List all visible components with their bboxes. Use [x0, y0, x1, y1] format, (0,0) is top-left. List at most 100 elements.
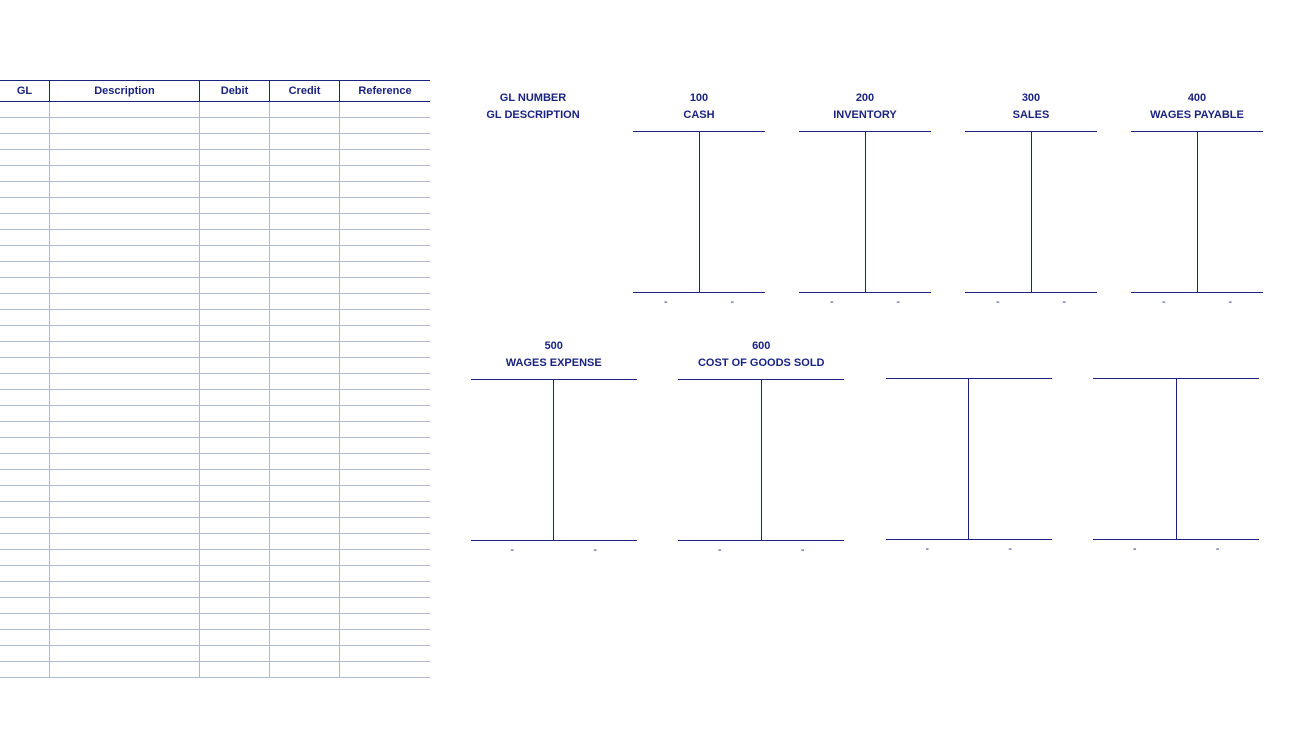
journal-cell[interactable]: [200, 310, 270, 325]
journal-cell[interactable]: [270, 582, 340, 597]
journal-cell[interactable]: [0, 614, 50, 629]
journal-cell[interactable]: [200, 326, 270, 341]
journal-cell[interactable]: [200, 358, 270, 373]
journal-cell[interactable]: [50, 438, 200, 453]
journal-cell[interactable]: [270, 134, 340, 149]
journal-cell[interactable]: [340, 214, 430, 229]
journal-cell[interactable]: [0, 182, 50, 197]
journal-cell[interactable]: [50, 326, 200, 341]
journal-cell[interactable]: [50, 374, 200, 389]
journal-cell[interactable]: [200, 406, 270, 421]
journal-cell[interactable]: [340, 566, 430, 581]
journal-cell[interactable]: [270, 118, 340, 133]
journal-cell[interactable]: [0, 502, 50, 517]
journal-cell[interactable]: [200, 422, 270, 437]
journal-cell[interactable]: [270, 630, 340, 645]
journal-cell[interactable]: [200, 118, 270, 133]
journal-cell[interactable]: [200, 614, 270, 629]
journal-cell[interactable]: [270, 214, 340, 229]
journal-cell[interactable]: [270, 406, 340, 421]
journal-cell[interactable]: [270, 614, 340, 629]
journal-cell[interactable]: [270, 262, 340, 277]
journal-cell[interactable]: [50, 550, 200, 565]
journal-cell[interactable]: [50, 294, 200, 309]
journal-cell[interactable]: [50, 214, 200, 229]
journal-cell[interactable]: [50, 310, 200, 325]
journal-cell[interactable]: [200, 662, 270, 677]
journal-cell[interactable]: [270, 502, 340, 517]
journal-cell[interactable]: [270, 566, 340, 581]
journal-cell[interactable]: [50, 454, 200, 469]
journal-cell[interactable]: [0, 550, 50, 565]
journal-cell[interactable]: [50, 646, 200, 661]
journal-cell[interactable]: [0, 406, 50, 421]
journal-cell[interactable]: [50, 342, 200, 357]
journal-cell[interactable]: [200, 102, 270, 117]
journal-cell[interactable]: [0, 150, 50, 165]
journal-cell[interactable]: [270, 534, 340, 549]
journal-cell[interactable]: [340, 374, 430, 389]
journal-cell[interactable]: [340, 406, 430, 421]
journal-cell[interactable]: [50, 182, 200, 197]
journal-cell[interactable]: [270, 486, 340, 501]
journal-cell[interactable]: [270, 454, 340, 469]
journal-cell[interactable]: [0, 518, 50, 533]
journal-cell[interactable]: [0, 102, 50, 117]
journal-cell[interactable]: [0, 198, 50, 213]
journal-cell[interactable]: [50, 518, 200, 533]
journal-cell[interactable]: [200, 454, 270, 469]
journal-cell[interactable]: [50, 486, 200, 501]
journal-cell[interactable]: [270, 598, 340, 613]
journal-cell[interactable]: [0, 166, 50, 181]
journal-cell[interactable]: [50, 278, 200, 293]
journal-cell[interactable]: [200, 550, 270, 565]
journal-cell[interactable]: [50, 198, 200, 213]
journal-cell[interactable]: [270, 294, 340, 309]
journal-cell[interactable]: [340, 118, 430, 133]
journal-cell[interactable]: [0, 662, 50, 677]
journal-cell[interactable]: [50, 630, 200, 645]
journal-cell[interactable]: [270, 374, 340, 389]
journal-cell[interactable]: [270, 278, 340, 293]
journal-cell[interactable]: [340, 470, 430, 485]
journal-cell[interactable]: [200, 486, 270, 501]
journal-cell[interactable]: [200, 438, 270, 453]
journal-cell[interactable]: [340, 134, 430, 149]
journal-cell[interactable]: [0, 326, 50, 341]
journal-cell[interactable]: [0, 646, 50, 661]
journal-cell[interactable]: [0, 214, 50, 229]
journal-cell[interactable]: [200, 214, 270, 229]
journal-cell[interactable]: [0, 246, 50, 261]
journal-cell[interactable]: [50, 118, 200, 133]
journal-cell[interactable]: [200, 630, 270, 645]
journal-cell[interactable]: [0, 454, 50, 469]
journal-cell[interactable]: [200, 278, 270, 293]
journal-cell[interactable]: [340, 278, 430, 293]
journal-cell[interactable]: [0, 374, 50, 389]
journal-cell[interactable]: [340, 198, 430, 213]
journal-cell[interactable]: [340, 102, 430, 117]
journal-cell[interactable]: [0, 630, 50, 645]
journal-cell[interactable]: [340, 390, 430, 405]
journal-cell[interactable]: [340, 310, 430, 325]
journal-cell[interactable]: [340, 246, 430, 261]
journal-cell[interactable]: [200, 342, 270, 357]
journal-cell[interactable]: [200, 534, 270, 549]
journal-cell[interactable]: [340, 294, 430, 309]
journal-cell[interactable]: [50, 582, 200, 597]
journal-cell[interactable]: [340, 646, 430, 661]
journal-cell[interactable]: [270, 662, 340, 677]
journal-cell[interactable]: [50, 134, 200, 149]
journal-cell[interactable]: [50, 406, 200, 421]
journal-cell[interactable]: [200, 502, 270, 517]
journal-cell[interactable]: [340, 630, 430, 645]
journal-cell[interactable]: [0, 278, 50, 293]
journal-cell[interactable]: [50, 102, 200, 117]
journal-cell[interactable]: [270, 646, 340, 661]
journal-cell[interactable]: [200, 182, 270, 197]
journal-cell[interactable]: [200, 470, 270, 485]
journal-cell[interactable]: [270, 342, 340, 357]
journal-cell[interactable]: [0, 422, 50, 437]
journal-cell[interactable]: [200, 646, 270, 661]
journal-cell[interactable]: [340, 662, 430, 677]
